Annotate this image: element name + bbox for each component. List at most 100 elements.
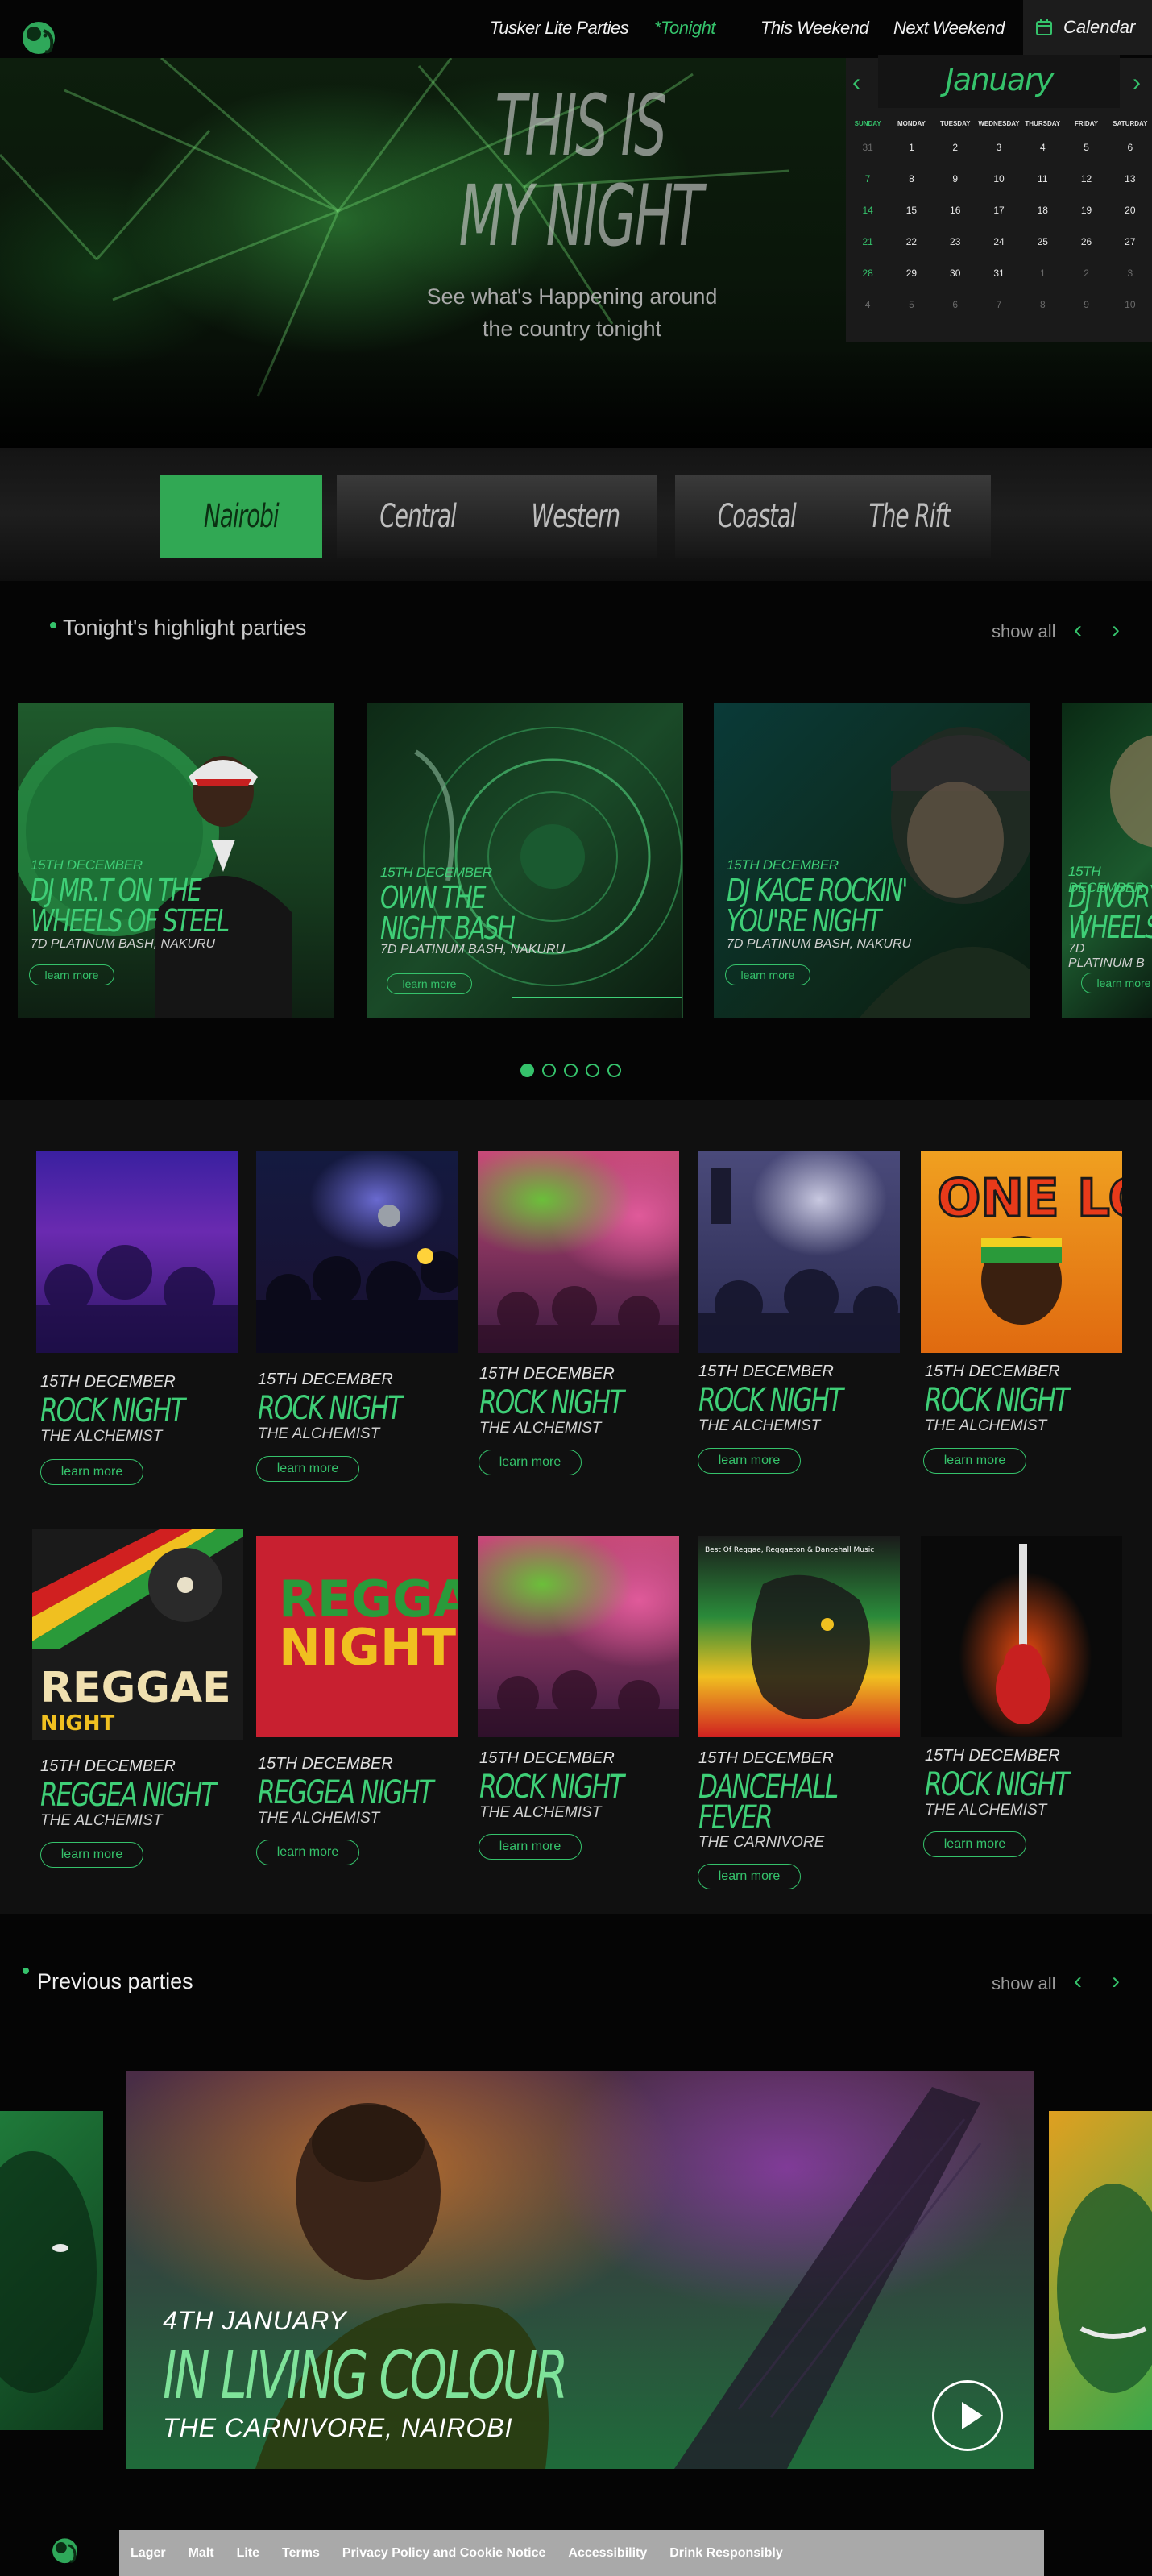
calendar-day[interactable]: 7 — [977, 289, 1021, 321]
tab-region-central[interactable]: Central — [337, 475, 499, 558]
calendar-day[interactable]: 20 — [1108, 195, 1152, 226]
previous-slide-right[interactable] — [1049, 2111, 1152, 2430]
learn-more-button[interactable]: learn more — [387, 973, 472, 994]
event-image-club[interactable] — [256, 1151, 458, 1353]
learn-more-button[interactable]: learn more — [40, 1842, 143, 1868]
learn-more-button[interactable]: learn more — [256, 1456, 359, 1482]
learn-more-button[interactable]: learn more — [698, 1448, 801, 1474]
event-image-guitar[interactable] — [921, 1536, 1122, 1737]
nav-next-weekend[interactable]: Next Weekend — [893, 18, 1005, 39]
tab-region-western[interactable]: Western — [494, 475, 657, 558]
calendar-day[interactable]: 3 — [1108, 258, 1152, 289]
previous-slide-left[interactable] — [0, 2111, 103, 2430]
learn-more-button[interactable]: learn more — [1081, 973, 1152, 993]
footer-link-drink-responsibly[interactable]: Drink Responsibly — [669, 2546, 782, 2561]
highlight-card[interactable]: 15th December DJ IVORY WHEELS 7D Platinu… — [1062, 703, 1152, 1018]
calendar-day[interactable]: 6 — [1108, 132, 1152, 164]
event-image-concert[interactable] — [698, 1151, 900, 1353]
carousel-dot[interactable] — [564, 1064, 578, 1077]
calendar-day[interactable]: 14 — [846, 195, 889, 226]
play-button[interactable] — [932, 2380, 1003, 2451]
footer-link-privacy[interactable]: Privacy Policy and Cookie Notice — [342, 2546, 546, 2561]
footer-link-lite[interactable]: Lite — [237, 2546, 259, 2561]
event-image-lion[interactable]: Best Of Reggae, Reggaeton & Dancehall Mu… — [698, 1536, 900, 1737]
learn-more-button[interactable]: learn more — [29, 964, 114, 985]
calendar-day[interactable]: 13 — [1108, 164, 1152, 195]
event-image-one-love[interactable]: ONE LOVE — [921, 1151, 1122, 1353]
calendar-day[interactable]: 17 — [977, 195, 1021, 226]
event-image-holi[interactable] — [478, 1536, 679, 1737]
calendar-day[interactable]: 11 — [1021, 164, 1064, 195]
calendar-day[interactable]: 7 — [846, 164, 889, 195]
tab-region-the-rift[interactable]: The Rift — [828, 475, 991, 558]
calendar-day[interactable]: 3 — [977, 132, 1021, 164]
carousel-dot[interactable] — [520, 1064, 534, 1077]
highlights-show-all-link[interactable]: show all — [992, 621, 1055, 642]
nav-tonight[interactable]: *Tonight — [654, 18, 715, 39]
tab-region-nairobi[interactable]: Nairobi — [160, 475, 322, 558]
calendar-day[interactable]: 6 — [934, 289, 977, 321]
calendar-day[interactable]: 8 — [889, 164, 933, 195]
calendar-day[interactable]: 22 — [889, 226, 933, 258]
highlights-prev-icon[interactable]: ‹ — [1074, 618, 1082, 642]
previous-prev-icon[interactable]: ‹ — [1074, 1969, 1082, 1993]
calendar-day[interactable]: 28 — [846, 258, 889, 289]
calendar-day[interactable]: 4 — [846, 289, 889, 321]
learn-more-button[interactable]: learn more — [725, 964, 810, 985]
calendar-day[interactable]: 16 — [934, 195, 977, 226]
calendar-day[interactable]: 8 — [1021, 289, 1064, 321]
calendar-day[interactable]: 9 — [934, 164, 977, 195]
carousel-dot[interactable] — [607, 1064, 621, 1077]
learn-more-button[interactable]: learn more — [479, 1834, 582, 1860]
footer-elephant-logo-icon[interactable] — [50, 2534, 82, 2566]
learn-more-button[interactable]: learn more — [256, 1840, 359, 1865]
footer-link-malt[interactable]: Malt — [189, 2546, 214, 2561]
calendar-day[interactable]: 12 — [1064, 164, 1108, 195]
highlights-next-icon[interactable]: › — [1112, 618, 1120, 642]
calendar-day[interactable]: 4 — [1021, 132, 1064, 164]
previous-next-icon[interactable]: › — [1112, 1969, 1120, 1993]
calendar-day[interactable]: 10 — [977, 164, 1021, 195]
calendar-day[interactable]: 31 — [977, 258, 1021, 289]
learn-more-button[interactable]: learn more — [923, 1448, 1026, 1474]
previous-party-slide[interactable]: 4TH JANUARY IN LIVING COLOUR THE CARNIVO… — [126, 2071, 1034, 2469]
calendar-day[interactable]: 30 — [934, 258, 977, 289]
carousel-dot[interactable] — [586, 1064, 599, 1077]
calendar-day[interactable]: 19 — [1064, 195, 1108, 226]
footer-link-lager[interactable]: Lager — [131, 2546, 166, 2561]
event-image-reggae[interactable]: REGGAE NIGHT — [32, 1529, 243, 1740]
calendar-day[interactable]: 5 — [889, 289, 933, 321]
calendar-day[interactable]: 27 — [1108, 226, 1152, 258]
calendar-next-month-icon[interactable]: › — [1133, 69, 1141, 97]
calendar-button[interactable]: Calendar — [1023, 0, 1152, 55]
carousel-dot[interactable] — [542, 1064, 556, 1077]
calendar-day[interactable]: 31 — [846, 132, 889, 164]
footer-link-terms[interactable]: Terms — [282, 2546, 320, 2561]
calendar-day[interactable]: 10 — [1108, 289, 1152, 321]
calendar-day[interactable]: 24 — [977, 226, 1021, 258]
tab-region-coastal[interactable]: Coastal — [675, 475, 838, 558]
calendar-day[interactable]: 2 — [934, 132, 977, 164]
nav-this-weekend[interactable]: This Weekend — [760, 18, 869, 39]
calendar-day[interactable]: 5 — [1064, 132, 1108, 164]
highlight-card[interactable]: 15th December DJ KACE ROCKIN' YOU'RE NIG… — [714, 703, 1030, 1018]
calendar-day[interactable]: 2 — [1064, 258, 1108, 289]
calendar-day[interactable]: 26 — [1064, 226, 1108, 258]
calendar-prev-month-icon[interactable]: ‹ — [852, 69, 860, 97]
calendar-day[interactable]: 15 — [889, 195, 933, 226]
calendar-day[interactable]: 21 — [846, 226, 889, 258]
nav-tusker-lite-parties[interactable]: Tusker Lite Parties — [490, 18, 629, 39]
elephant-logo-icon[interactable] — [19, 16, 61, 58]
highlight-card[interactable]: 15th December OWN THE NIGHT BASH 7D Plat… — [367, 703, 683, 1018]
calendar-day[interactable]: 9 — [1064, 289, 1108, 321]
highlight-card[interactable]: 15th December DJ MR.T ON THE WHEELS OF S… — [18, 703, 334, 1018]
footer-link-accessibility[interactable]: Accessibility — [568, 2546, 647, 2561]
calendar-day[interactable]: 29 — [889, 258, 933, 289]
event-image-crowd[interactable] — [36, 1151, 238, 1353]
learn-more-button[interactable]: learn more — [40, 1459, 143, 1485]
learn-more-button[interactable]: learn more — [698, 1864, 801, 1889]
calendar-day[interactable]: 25 — [1021, 226, 1064, 258]
calendar-day[interactable]: 1 — [889, 132, 933, 164]
event-image-holi[interactable] — [478, 1151, 679, 1353]
calendar-day[interactable]: 18 — [1021, 195, 1064, 226]
